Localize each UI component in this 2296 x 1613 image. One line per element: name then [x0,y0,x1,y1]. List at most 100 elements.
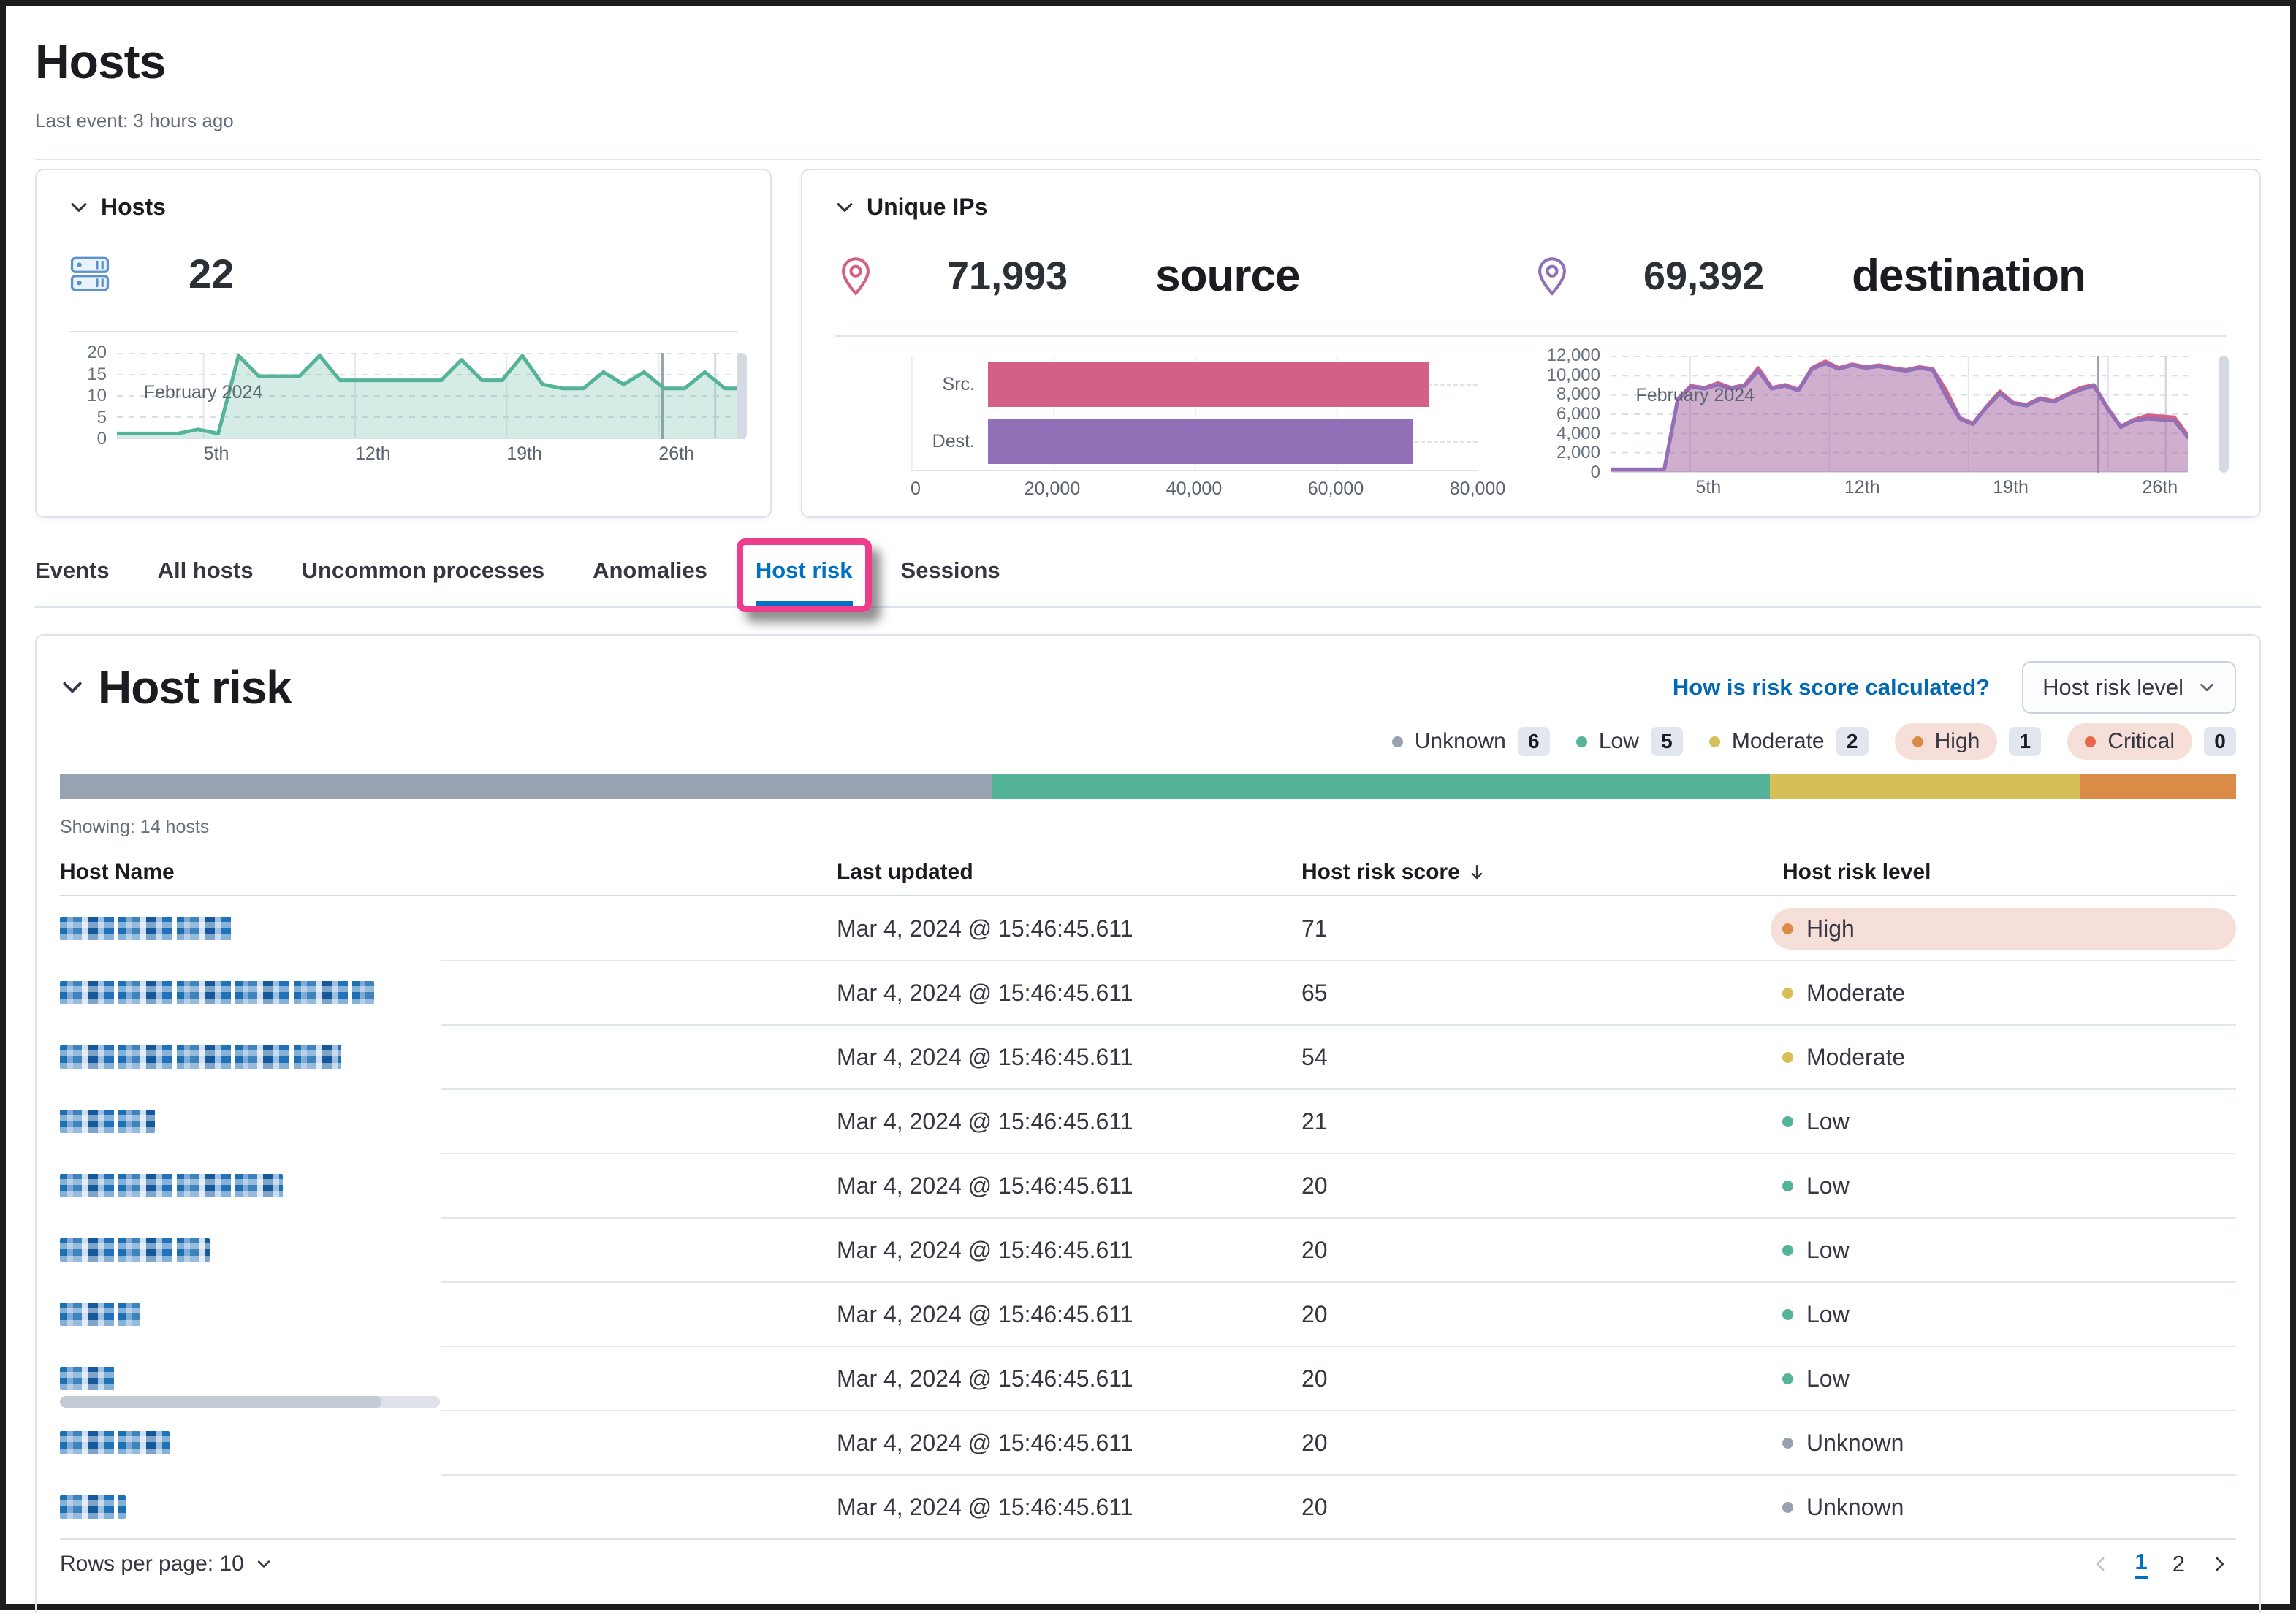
legend-label: Critical [2107,729,2175,754]
legend-item: High 1 [1895,723,2042,760]
chart-scrollbar[interactable] [737,353,747,439]
header-divider [35,159,2261,160]
tab-host-risk[interactable]: Host risk [756,557,853,606]
ips-area-chart: 12,00010,0008,0006,0004,0002,0000 5th12t… [1529,356,2227,497]
host-risk-title: Host risk [98,660,292,714]
host-name-link-redacted[interactable] [60,981,374,1004]
table-row: Mar 4, 2024 @ 15:46:45.611 20 Low [60,1218,2236,1282]
legend-item: Critical 0 [2067,723,2236,760]
host-name-cell [60,1495,837,1519]
table-row: Mar 4, 2024 @ 15:46:45.611 20 Unknown [60,1411,2236,1475]
risk-score-cell: 20 [1301,1237,1782,1264]
host-name-link-redacted[interactable] [60,1431,170,1454]
risk-level-dot [1782,1245,1793,1256]
host-name-cell [60,1174,837,1197]
y-axis-labels: 12,00010,0008,0006,0004,0002,0000 [1529,356,1611,473]
unique-ips-charts: Src. Dest. 020,00040,00060,00080,000 12,… [835,356,2227,497]
risk-level-dot [1782,1438,1793,1449]
unique-ips-card-header[interactable]: Unique IPs [835,194,2227,221]
host-name-link-redacted[interactable] [60,1367,115,1390]
risk-level-cell: Low [1782,1108,2236,1135]
month-label: February 2024 [1635,385,1755,406]
risk-level-dot [1782,1052,1793,1063]
risk-level-cell: Low [1782,1365,2236,1392]
column-header-host-name[interactable]: Host Name [60,860,837,885]
risk-level-label: Moderate [1806,980,1905,1007]
host-name-link-redacted[interactable] [60,1174,283,1197]
risk-level-cell: Unknown [1782,1430,2236,1457]
chart-scrollbar[interactable] [2219,356,2229,473]
table-row: Mar 4, 2024 @ 15:46:45.611 20 Low [60,1282,2236,1346]
legend-pill-group: Moderate [1709,723,1825,760]
risk-score-cell: 20 [1301,1365,1782,1392]
risk-level-cell: Moderate [1782,980,2236,1007]
risk-level-badge: Low [1782,1301,2236,1328]
risk-level-dot [1912,736,1923,747]
tab-all-hosts[interactable]: All hosts [158,557,254,606]
last-updated-cell: Mar 4, 2024 @ 15:46:45.611 [837,915,1301,942]
last-updated-cell: Mar 4, 2024 @ 15:46:45.611 [837,1365,1301,1392]
column-header-risk-score[interactable]: Host risk score [1301,860,1782,885]
host-name-cell [60,1303,837,1326]
hosts-stat-row: 22 [69,250,738,297]
tabs-divider [35,606,2261,608]
legend-label: High [1935,729,1980,754]
dest-bar[interactable] [988,419,1413,464]
risk-level-dot [1782,1181,1793,1191]
x-axis-labels: 5th12th19th26th [1611,473,2227,497]
page-number-1[interactable]: 1 [2135,1549,2148,1579]
host-name-link-redacted[interactable] [60,1238,210,1262]
host-name-link-redacted[interactable] [60,1303,140,1326]
risk-level-cell: High [1782,908,2236,950]
host-name-link-redacted[interactable] [60,1110,155,1133]
horizontal-scrollbar[interactable] [60,1396,440,1408]
src-bar-track [988,362,1478,407]
tab-sessions[interactable]: Sessions [901,557,1000,606]
area-chart-svg [1611,356,2188,473]
last-updated-cell: Mar 4, 2024 @ 15:46:45.611 [837,1108,1301,1135]
collapse-chevron-icon[interactable] [835,197,855,218]
last-updated-cell: Mar 4, 2024 @ 15:46:45.611 [837,1430,1301,1457]
risk-level-label: Low [1806,1172,1850,1200]
risk-level-badge: Low [1782,1237,2236,1264]
last-updated-cell: Mar 4, 2024 @ 15:46:45.611 [837,1237,1301,1264]
host-name-link-redacted[interactable] [60,917,232,940]
legend-pill-group: Low [1576,723,1639,760]
risk-score-cell: 20 [1301,1430,1782,1457]
legend-label: Unknown [1415,729,1506,754]
rows-per-page-selector[interactable]: Rows per page: 10 [60,1552,272,1576]
host-risk-title-group[interactable]: Host risk [60,660,292,714]
scrollbar-thumb[interactable] [60,1396,381,1408]
previous-page-icon[interactable] [2091,1555,2110,1574]
page-number-2[interactable]: 2 [2173,1551,2185,1577]
risk-score-cell: 20 [1301,1301,1782,1328]
tab-events[interactable]: Events [35,557,110,606]
storage-icon [69,253,111,295]
hosts-card-header[interactable]: Hosts [69,194,738,221]
host-name-link-redacted[interactable] [60,1495,126,1519]
column-header-risk-level[interactable]: Host risk level [1782,860,2236,885]
next-page-icon[interactable] [2210,1555,2229,1574]
src-bar[interactable] [988,362,1429,407]
host-name-link-redacted[interactable] [60,1045,341,1069]
host-risk-level-filter-button[interactable]: Host risk level [2022,661,2236,714]
card-divider [835,335,2227,337]
risk-level-badge: Moderate [1782,980,2236,1007]
risk-score-help-link[interactable]: How is risk score calculated? [1673,674,1990,701]
collapse-chevron-icon[interactable] [60,675,85,700]
column-header-last-updated[interactable]: Last updated [837,860,1301,885]
risk-score-cell: 54 [1301,1044,1782,1071]
legend-pill-group: High [1895,723,1998,760]
pagination-row: Rows per page: 10 1 2 [60,1539,2236,1583]
risk-score-header-label: Host risk score [1301,860,1460,885]
table-row: Mar 4, 2024 @ 15:46:45.611 20 Low [60,1153,2236,1218]
host-risk-panel: Host risk How is risk score calculated? … [35,634,2261,1613]
risk-level-badge: Unknown [1782,1494,2236,1521]
risk-level-badge: Low [1782,1365,2236,1392]
tab-uncommon-processes[interactable]: Uncommon processes [302,557,545,606]
risk-level-cell: Moderate [1782,1044,2236,1071]
risk-level-label: High [1806,915,1855,942]
collapse-chevron-icon[interactable] [69,197,89,218]
tab-anomalies[interactable]: Anomalies [593,557,707,606]
last-updated-cell: Mar 4, 2024 @ 15:46:45.611 [837,1494,1301,1521]
